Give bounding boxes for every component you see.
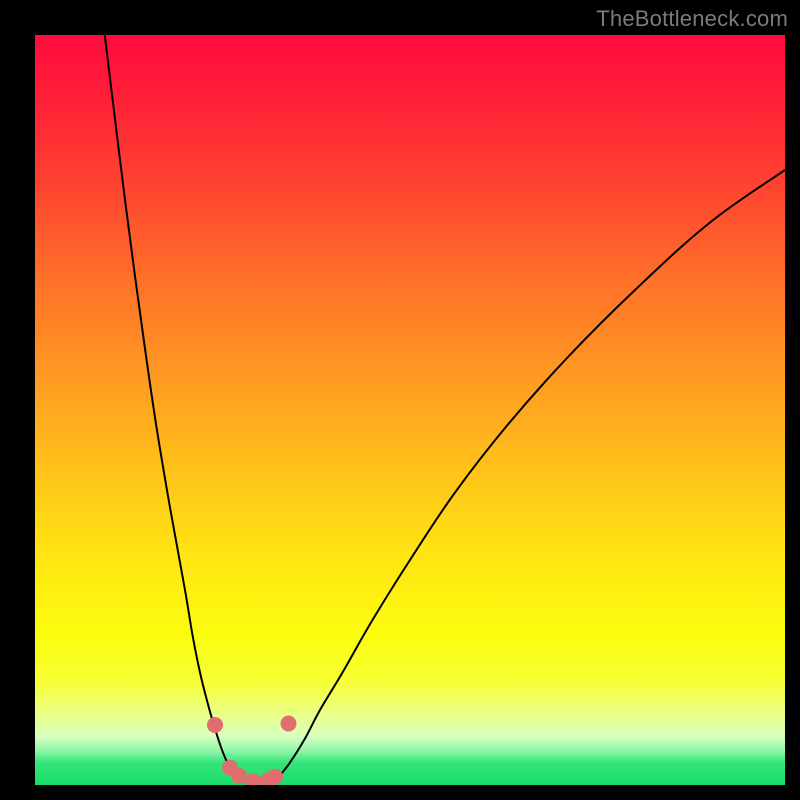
- curve-left-curve: [105, 35, 238, 777]
- curve-group: [105, 35, 785, 782]
- right-marker-low: [267, 769, 283, 785]
- plot-svg: [35, 35, 785, 785]
- watermark-text: TheBottleneck.com: [596, 6, 788, 32]
- curve-right-curve: [279, 170, 785, 777]
- marker-group: [207, 716, 297, 786]
- plot-area: [35, 35, 785, 785]
- right-marker-high: [281, 716, 297, 732]
- chart-frame: TheBottleneck.com: [0, 0, 800, 800]
- left-marker-high: [207, 717, 223, 733]
